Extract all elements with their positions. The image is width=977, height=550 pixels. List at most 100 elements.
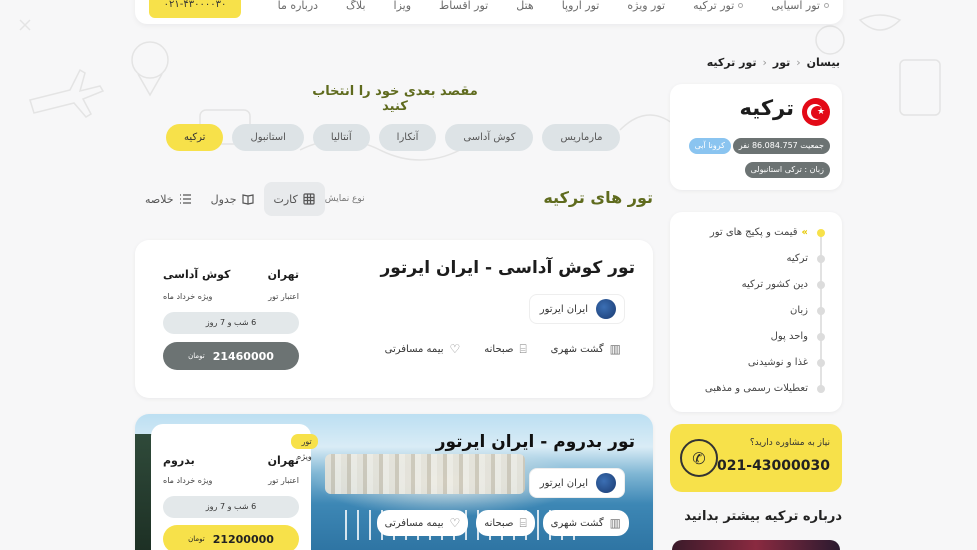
origin-city: تهران: [267, 268, 299, 281]
header-phone-button[interactable]: ۰۲۱-۴۳۰۰۰۰۳۰: [149, 0, 241, 18]
price-currency: تومان: [188, 535, 205, 543]
section-link-turkey[interactable]: ترکیه: [787, 253, 808, 264]
validity-value: ویژه خرداد ماه: [163, 476, 213, 485]
feature-label: بیمه مسافرتی: [384, 517, 444, 529]
special-tour-tag: تور ویژه: [291, 434, 318, 461]
chevron-left-icon: ‹: [796, 56, 801, 69]
airline-badge: ایران ایرتور: [528, 468, 625, 498]
price-box: تهران کوش آداسی اعتبار تور ویژه خرداد ما…: [151, 256, 311, 384]
price-amount: 21460000: [212, 349, 274, 363]
view-card-label: کارت: [273, 192, 298, 206]
nav-label: تور ترکیه: [693, 0, 735, 12]
feature-label: صبحانه: [484, 517, 514, 529]
airline-name: ایران ایرتور: [539, 303, 588, 315]
chip-kusadasi[interactable]: کوش آداسی: [445, 124, 534, 151]
view-table-label: جدول: [210, 192, 237, 206]
nav-blog[interactable]: بلاگ: [346, 0, 365, 12]
consult-phone[interactable]: 021-43000030: [717, 458, 830, 474]
chip-istanbul[interactable]: استانبول: [232, 124, 304, 151]
route-row: تهران بدروم: [163, 454, 299, 467]
feature-breakfast: ⌸ صبحانه: [476, 336, 535, 362]
nav-europe-tours[interactable]: تور اروپا: [562, 0, 600, 12]
grid-icon: [303, 193, 315, 205]
duration-pill: 6 شب و 7 روز: [163, 312, 299, 334]
feature-breakfast: ⌸ صبحانه: [476, 510, 535, 536]
timeline-dot: [817, 281, 825, 289]
breadcrumb-home[interactable]: بیسان: [807, 56, 840, 69]
origin-city: تهران: [267, 454, 299, 467]
learn-more-heading: درباره ترکیه بیشتر بدانید: [684, 509, 842, 524]
nav-about[interactable]: درباره ما: [278, 0, 318, 12]
country-name: ترکیه: [739, 96, 794, 120]
tour-card[interactable]: تور بدروم - ایران ایرتور ایران ایرتور ▥ گ…: [135, 414, 653, 550]
timeline-dot: [817, 385, 825, 393]
nav-visa[interactable]: ویزا: [394, 0, 412, 12]
feature-label: بیمه مسافرتی: [384, 343, 444, 355]
bullet-icon: [738, 3, 744, 8]
duration-pill: 6 شب و 7 روز: [163, 496, 299, 518]
tour-features: ▥ گشت شهری ⌸ صبحانه ♡ بیمه مسافرتی: [376, 336, 629, 362]
destination-city: کوش آداسی: [163, 268, 231, 281]
chip-ankara[interactable]: آنکارا: [378, 124, 437, 151]
view-mode-bar: نوع نمایش کارت جدول خلاصه: [135, 182, 373, 216]
view-summary-button[interactable]: خلاصه: [135, 182, 201, 216]
nav-asian-tours[interactable]: تور آسیایی: [771, 0, 829, 12]
validity-label: اعتبار تور: [268, 292, 299, 301]
nav-label: تور آسیایی: [771, 0, 820, 12]
page-sections-nav: »قیمت و پکیج های تور ترکیه دین کشور ترکی…: [670, 212, 842, 412]
tour-title[interactable]: تور کوش آداسی - ایران ایرتور: [380, 258, 635, 278]
breadcrumb-tour[interactable]: تور: [773, 56, 790, 69]
bed-icon: ⌸: [519, 341, 527, 356]
feature-insurance: ♡ بیمه مسافرتی: [376, 336, 469, 362]
section-link-holidays[interactable]: تعطیلات رسمی و مذهبی: [705, 383, 808, 394]
feature-label: گشت شهری: [550, 343, 604, 355]
chip-turkey[interactable]: ترکیه: [166, 124, 224, 151]
view-mode-label: نوع نمایش: [324, 194, 365, 204]
validity-label: اعتبار تور: [268, 476, 299, 485]
view-summary-label: خلاصه: [145, 192, 174, 206]
consultation-box[interactable]: ✆ نیاز به مشاوره دارید؟ 021-43000030: [670, 424, 842, 492]
nav-turkey-tours[interactable]: تور ترکیه: [693, 0, 744, 12]
feature-label: صبحانه: [484, 343, 514, 355]
section-link-religion[interactable]: دین کشور ترکیه: [742, 279, 808, 290]
price-button[interactable]: 21200000 تومان: [163, 525, 299, 550]
learn-more-image[interactable]: [672, 540, 840, 550]
tour-card[interactable]: تور کوش آداسی - ایران ایرتور ایران ایرتو…: [135, 240, 653, 398]
phone-icon: ✆: [680, 439, 718, 477]
tour-title[interactable]: تور بدروم - ایران ایرتور: [436, 432, 635, 452]
feature-label: گشت شهری: [550, 517, 604, 529]
section-link-prices[interactable]: »قیمت و پکیج های تور: [710, 227, 808, 238]
bullet-icon: [824, 3, 829, 8]
chip-marmaris[interactable]: مارماریس: [542, 124, 621, 151]
nav-hotel[interactable]: هتل: [516, 0, 533, 12]
airline-name: ایران ایرتور: [539, 477, 588, 489]
book-icon: [241, 194, 254, 205]
timeline-dot: [817, 229, 825, 237]
chip-antalya[interactable]: آنتالیا: [312, 124, 370, 151]
timeline-dot: [817, 255, 825, 263]
view-table-button[interactable]: جدول: [201, 182, 264, 216]
nav-installment-tours[interactable]: تور اقساط: [439, 0, 488, 12]
validity-row: اعتبار تور ویژه خرداد ماه: [163, 476, 299, 485]
nav-special-tours[interactable]: تور ویژه: [627, 0, 665, 12]
airline-logo-icon: [596, 299, 616, 319]
turkey-flag-icon: ★: [802, 98, 830, 126]
section-link-food[interactable]: غذا و نوشیدنی: [748, 357, 808, 368]
section-link-language[interactable]: زبان: [790, 305, 808, 316]
map-icon: ▥: [609, 516, 621, 530]
population-badge: جمعیت 86.084.757 نفر: [732, 138, 830, 154]
map-icon: ▥: [609, 342, 621, 356]
corona-status-badge: کرونا آبی: [688, 138, 731, 154]
timeline-dot: [817, 359, 825, 367]
breadcrumb: بیسان ‹ تور ‹ تور ترکیه: [707, 56, 840, 69]
price-currency: تومان: [188, 352, 205, 360]
view-card-button[interactable]: کارت: [263, 182, 325, 216]
price-button[interactable]: 21460000 تومان: [163, 342, 299, 370]
section-link-currency[interactable]: واحد پول: [771, 331, 808, 342]
tours-heading: تور های ترکیه: [543, 188, 653, 207]
list-icon: [179, 194, 191, 204]
bed-icon: ⌸: [519, 515, 527, 530]
destination-chips: ترکیه استانبول آنتالیا آنکارا کوش آداسی …: [166, 124, 621, 151]
language-badge: زبان : ترکی استانبولی: [744, 162, 830, 178]
feature-city-tour: ▥ گشت شهری: [542, 336, 629, 362]
